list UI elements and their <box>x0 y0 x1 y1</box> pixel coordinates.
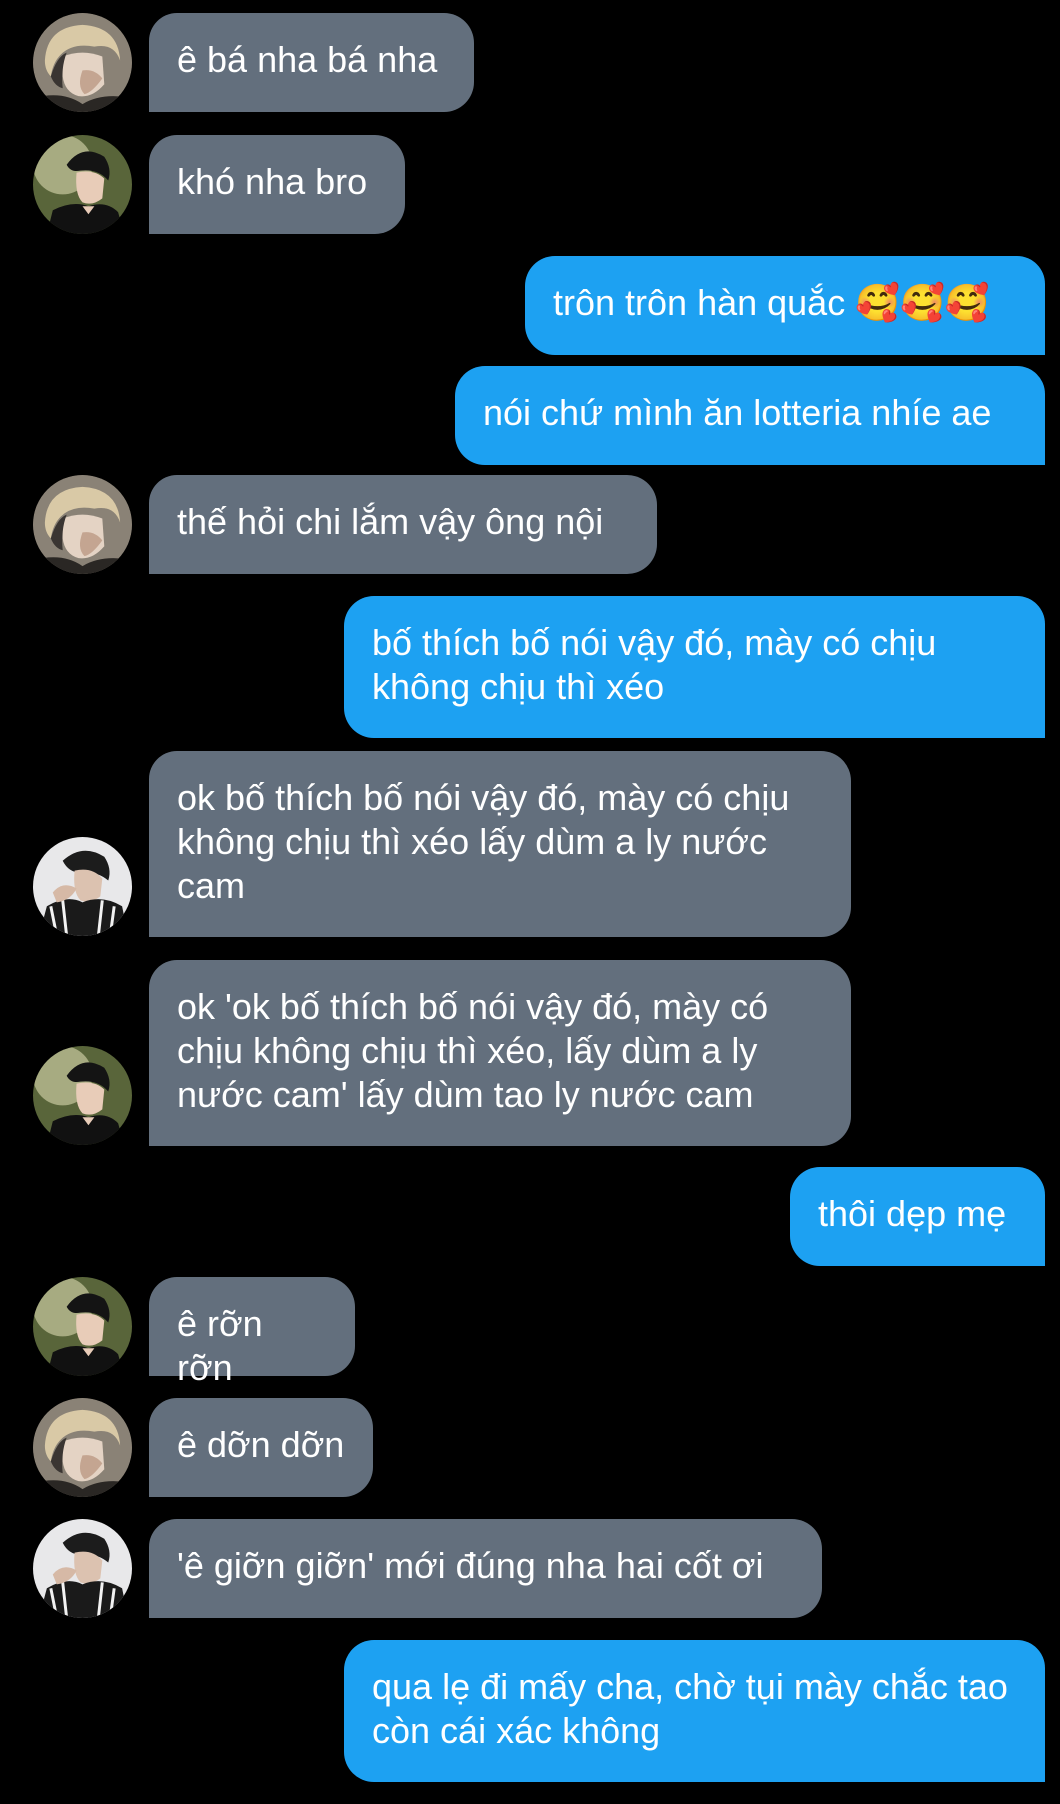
avatar-blonde-icon[interactable] <box>33 13 132 112</box>
message-bubble-outgoing[interactable]: nói chứ mình ăn lotteria nhíe ae <box>455 366 1045 465</box>
avatar-black-shirt-icon[interactable] <box>33 1046 132 1145</box>
message-bubble-incoming[interactable]: ê bá nha bá nha <box>149 13 474 112</box>
avatar-jacket-icon[interactable] <box>33 837 132 936</box>
avatar-jacket-icon[interactable] <box>33 1519 132 1618</box>
message-bubble-outgoing[interactable]: bố thích bố nói vậy đó, mày có chịu khôn… <box>344 596 1045 738</box>
avatar-blonde-icon[interactable] <box>33 1398 132 1497</box>
message-bubble-outgoing[interactable]: thôi dẹp mẹ <box>790 1167 1045 1266</box>
message-bubble-incoming[interactable]: ok 'ok bố thích bố nói vậy đó, mày có ch… <box>149 960 851 1146</box>
avatar-blonde-icon[interactable] <box>33 475 132 574</box>
message-bubble-outgoing[interactable]: qua lẹ đi mấy cha, chờ tụi mày chắc tao … <box>344 1640 1045 1782</box>
avatar-black-shirt-icon[interactable] <box>33 135 132 234</box>
message-bubble-incoming[interactable]: 'ê giỡn giỡn' mới đúng nha hai cốt ơi <box>149 1519 822 1618</box>
message-bubble-incoming[interactable]: thế hỏi chi lắm vậy ông nội <box>149 475 657 574</box>
message-bubble-incoming[interactable]: ok bố thích bố nói vậy đó, mày có chịu k… <box>149 751 851 937</box>
avatar-black-shirt-icon[interactable] <box>33 1277 132 1376</box>
message-bubble-incoming[interactable]: ê dỡn dỡn <box>149 1398 373 1497</box>
message-bubble-outgoing[interactable]: trôn trôn hàn quắc 🥰🥰🥰 <box>525 256 1045 355</box>
message-bubble-incoming[interactable]: khó nha bro <box>149 135 405 234</box>
message-bubble-incoming[interactable]: ê rỡn rỡn <box>149 1277 355 1388</box>
